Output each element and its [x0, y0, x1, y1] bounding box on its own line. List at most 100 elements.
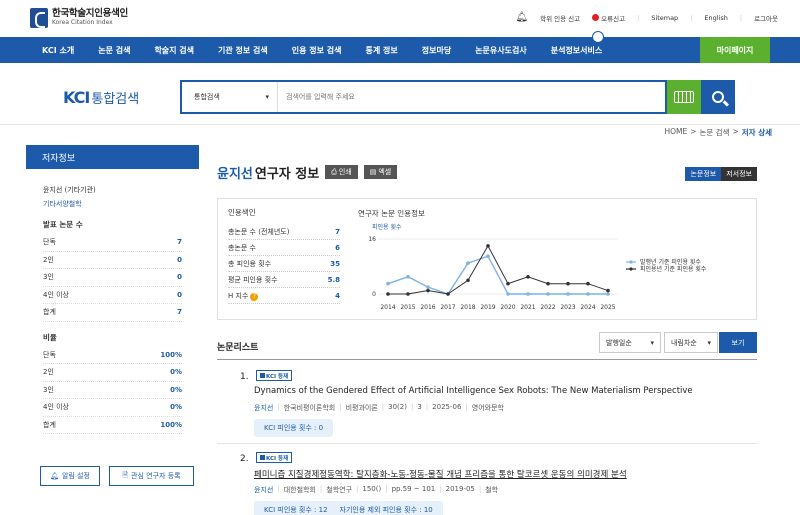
- kci-badge-icon: [260, 455, 265, 460]
- paper-title[interactable]: 페미니즘 지질경제정동역학: 탈지층화-노동-정동-물질 개념 프리즘을 통한 …: [254, 468, 627, 480]
- virtual-keyboard-button[interactable]: [667, 80, 701, 114]
- ratio-label: 합계: [43, 420, 56, 429]
- count-value: 0: [177, 255, 182, 264]
- util-link-sitemap[interactable]: Sitemap: [651, 14, 678, 22]
- count-row: 합계 7: [43, 304, 182, 322]
- ratio-label: 3인: [43, 385, 54, 394]
- data-point: [426, 285, 430, 289]
- nav-item-statistics[interactable]: 통계 정보: [354, 37, 410, 63]
- index-value: 5.8: [327, 275, 340, 284]
- data-point: [546, 281, 550, 286]
- nav-item-kci-intro[interactable]: KCI 소개: [30, 37, 86, 63]
- divider: |: [439, 485, 442, 493]
- nav-item-analysis-service[interactable]: 분석정보서비스: [539, 37, 615, 63]
- util-link-error-report[interactable]: 오류신고: [592, 13, 625, 23]
- nav-item-info[interactable]: 정보마당: [410, 37, 463, 63]
- count-value: 0: [177, 273, 182, 282]
- index-row: 평균 피인용 횟수 5.8: [228, 272, 340, 288]
- nav-item-journal-search[interactable]: 학술지 검색: [142, 37, 206, 63]
- paper-author[interactable]: 윤지선: [254, 485, 273, 495]
- print-icon: ⎙: [331, 167, 337, 176]
- divider: |: [739, 13, 743, 22]
- index-value: 35: [330, 259, 340, 268]
- data-point: [566, 281, 570, 286]
- paper-number: 2.: [240, 454, 249, 464]
- kci-badge-icon: [260, 373, 265, 378]
- paper-field: 영어와문학: [471, 404, 504, 412]
- kci-badge-label: KCI 등재: [266, 455, 289, 462]
- chevron-down-icon: ▾: [265, 93, 269, 101]
- count-value: 7: [177, 308, 182, 317]
- x-tick-label: 2015: [400, 304, 415, 311]
- sort-field-select[interactable]: 발행일순 ▾: [599, 332, 661, 353]
- paper-field: 철학: [485, 486, 499, 494]
- kci-logo[interactable]: 한국학술지인용색인 Korea Citation Index: [30, 8, 128, 28]
- util-link-logout[interactable]: 로그아웃: [754, 13, 778, 23]
- breadcrumb-paper-search[interactable]: 논문 검색: [700, 127, 730, 138]
- title-text: 연구자 정보: [254, 166, 320, 182]
- x-tick-label: 2017: [440, 304, 455, 311]
- paper-meta: 윤지선 | 대한철학회 | 철학연구 | 150() | pp.59 ~ 101 | 20…: [254, 485, 498, 495]
- util-link-report-degree[interactable]: 학위 인용 신고: [540, 13, 580, 23]
- index-row: 총논문 수 6: [228, 240, 340, 256]
- breadcrumb-sep: >: [732, 127, 739, 136]
- count-label: 단독: [43, 238, 56, 247]
- ratio-value: 100%: [160, 420, 182, 429]
- x-tick-label: 2025: [600, 304, 615, 311]
- paper-author[interactable]: 윤지선: [254, 403, 273, 413]
- author-sidebar: 저자정보 윤지선 (기타기관) 기타서양철학 발표 논문 수 단독 7 2인 0 3…: [26, 145, 199, 505]
- ratio-value: 0%: [170, 403, 182, 412]
- view-button[interactable]: 보기: [719, 332, 757, 353]
- main-content: 윤지선 연구자 정보 ⎙ 인쇄 ▤ 엑셀 논문정보 저서정보 인용색인 총논문 수 …: [217, 160, 757, 515]
- excel-label: 엑셀: [378, 168, 392, 176]
- document-icon: 🗎: [122, 470, 129, 479]
- data-point: [506, 281, 510, 286]
- integrated-search-label: 통합검색: [91, 92, 140, 107]
- data-point: [386, 292, 390, 296]
- legend-marker: [629, 260, 633, 264]
- nav-item-mypage[interactable]: 마이페이지: [700, 37, 770, 63]
- author-institution[interactable]: 기타서양철학: [43, 199, 182, 209]
- help-icon[interactable]: ?: [250, 292, 259, 301]
- alert-settings-label: 알림 설정: [61, 472, 90, 480]
- nav-item-similarity-check[interactable]: 논문유사도검사: [463, 37, 539, 63]
- data-point: [546, 292, 550, 296]
- search-input[interactable]: [278, 82, 665, 112]
- paper-title[interactable]: Dynamics of the Gendered Effect of Artif…: [254, 386, 693, 396]
- divider: |: [690, 13, 693, 22]
- index-row: 총논문 수 (전체년도) 7: [228, 224, 340, 240]
- data-point: [506, 292, 510, 296]
- index-value: 7: [335, 227, 340, 236]
- author-name: 윤지선 (기타기관): [43, 186, 96, 194]
- breadcrumb-home[interactable]: HOME: [664, 127, 687, 138]
- x-tick-label: 2018: [460, 304, 475, 311]
- search-bar: KCI 통합검색 통합검색 ▾: [0, 63, 800, 125]
- citation-index: 인용색인 총논문 수 (전체년도) 7 총논문 수 6 총 피인용 횟수 35 평균 …: [228, 207, 340, 304]
- search-scope-value: 통합검색: [194, 93, 220, 101]
- y-tick-label: 16: [368, 236, 376, 243]
- data-point: [466, 261, 470, 265]
- sort-order-select[interactable]: 내림차순 ▾: [664, 332, 718, 353]
- count-label: 4인 이상: [43, 290, 69, 299]
- search-scope-select[interactable]: 통합검색 ▾: [182, 82, 278, 112]
- ratio-value: 0%: [170, 385, 182, 394]
- nav-item-institution-search[interactable]: 기관 정보 검색: [206, 37, 280, 63]
- bell-icon[interactable]: 🔔︎: [515, 12, 528, 23]
- chevron-down-icon: ▾: [707, 338, 711, 347]
- util-link-english[interactable]: English: [704, 14, 727, 22]
- search-box: 통합검색 ▾: [180, 80, 667, 114]
- ratio-heading: 비율: [43, 332, 57, 342]
- nav-item-citation-search[interactable]: 인용 정보 검색: [280, 37, 354, 63]
- sidebar-title: 저자정보: [26, 145, 199, 169]
- data-point: [486, 254, 490, 258]
- nav-item-paper-search[interactable]: 논문 검색: [86, 37, 142, 63]
- add-favorite-researcher-button[interactable]: 🗎 관심 연구자 등록: [109, 466, 194, 486]
- tab-paper-info[interactable]: 논문정보: [685, 167, 722, 181]
- count-row: 단독 7: [43, 234, 182, 252]
- excel-button[interactable]: ▤ 엑셀: [363, 165, 398, 179]
- x-tick-label: 2021: [520, 304, 535, 311]
- alert-settings-button[interactable]: 🔔︎ 알림 설정: [40, 466, 100, 486]
- tab-book-info[interactable]: 저서정보: [721, 167, 757, 181]
- search-button[interactable]: [701, 80, 735, 114]
- print-button[interactable]: ⎙ 인쇄: [325, 165, 358, 179]
